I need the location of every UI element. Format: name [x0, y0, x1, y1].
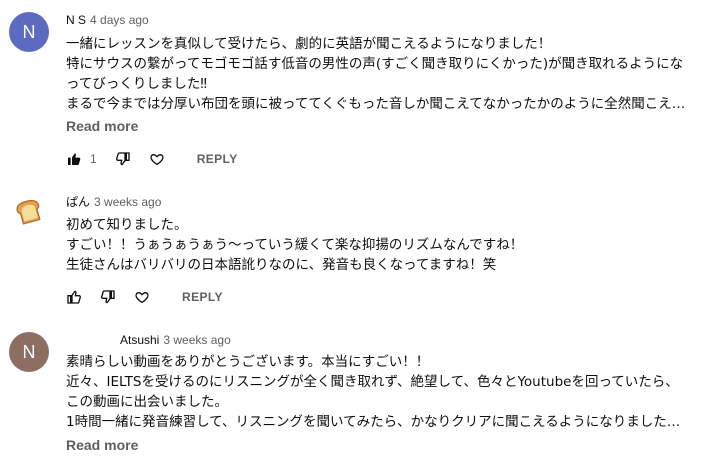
author-name[interactable]: Atsushi	[120, 333, 159, 347]
comment-header: Atsushi 3 weeks ago	[120, 330, 231, 348]
avatar[interactable]: N	[9, 332, 49, 372]
read-more-button[interactable]: Read more	[66, 437, 138, 453]
comment-text-line: 一緒にレッスンを真似して受けたら、劇的に英語が聞こえるようになりました！	[66, 36, 552, 52]
thumb-up-icon[interactable]	[66, 289, 82, 305]
like-count: 1	[90, 152, 97, 166]
reply-button[interactable]: REPLY	[197, 152, 238, 166]
comment-header: ぱん 3 weeks ago	[66, 192, 161, 210]
comment-text-line: 初めて知りました。	[66, 217, 188, 233]
comment-text-line: まるで今までは分厚い布団を頭に被っててくぐもった音しか聞こえてなかったかのように…	[66, 96, 686, 112]
avatar[interactable]: N	[9, 12, 49, 52]
comment-text-line: ってびっくりしました‼	[66, 76, 207, 92]
timestamp[interactable]: 4 days ago	[90, 13, 149, 27]
comment-header: N S 4 days ago	[66, 10, 149, 28]
avatar[interactable]	[9, 192, 49, 232]
thumb-up-filled-icon[interactable]	[66, 151, 82, 167]
timestamp[interactable]: 3 weeks ago	[163, 333, 230, 347]
comment-text-line: 生徒さんはバリバリの日本語訛りなのに、発音も良くなってますね！笑	[66, 257, 497, 273]
comment-text-line: すごい！！うぁうぁうぁう〜っていう緩くて楽な抑揚のリズムなんですね！	[66, 237, 524, 253]
comment-actions: REPLY	[66, 287, 223, 307]
avatar-letter: N	[22, 21, 36, 42]
heart-icon[interactable]	[149, 151, 165, 167]
bread-toast-icon	[16, 199, 41, 225]
comment-thread: ぱん 3 weeks ago 初めて知りました。 すごい！！うぁうぁうぁう〜ってい…	[0, 180, 716, 320]
comment-text-line: 特にサウスの繋がってモゴモゴ話す低音の男性の声(すごく聞き取りにくかった)が聞き…	[66, 56, 684, 72]
comment-text-line: 近々、IELTSを受けるのにリスニングが全く聞き取れず、絶望して、色々とYout…	[66, 374, 679, 390]
author-name[interactable]: ぱん	[66, 195, 90, 209]
read-more-button[interactable]: Read more	[66, 118, 138, 134]
avatar-letter: N	[22, 341, 36, 362]
author-name[interactable]: N S	[66, 13, 86, 27]
comment-actions: 1 REPLY	[66, 149, 238, 169]
comment-text-line: 素晴らしい動画をありがとうございます。本当にすごい！！	[66, 354, 430, 370]
reply-button[interactable]: REPLY	[182, 290, 223, 304]
comment-thread: N Atsushi 3 weeks ago 素晴らしい動画をありがとうございます。…	[0, 320, 716, 457]
timestamp[interactable]: 3 weeks ago	[94, 195, 161, 209]
thumb-down-icon[interactable]	[100, 289, 116, 305]
comment-thread: N N S 4 days ago 一緒にレッスンを真似して受けたら、劇的に英語が聞…	[0, 0, 716, 180]
comment-text-line: 1時間一緒に発音練習して、リスニングを聞いてみたら、かなりクリアに聞こえるように…	[66, 414, 681, 430]
heart-icon[interactable]	[134, 289, 150, 305]
thumb-down-icon[interactable]	[115, 151, 131, 167]
comment-text-line: この動画に出会いました。	[66, 394, 228, 410]
